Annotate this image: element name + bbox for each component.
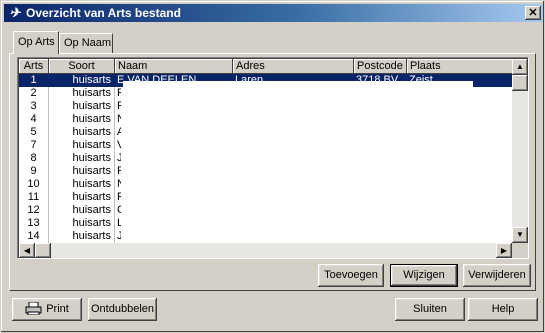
horizontal-scrollbar[interactable]: ◀ ▶ bbox=[19, 243, 512, 258]
arrow-up-icon: ▲ bbox=[516, 62, 524, 71]
sluiten-button[interactable]: Sluiten bbox=[395, 298, 465, 321]
cell-naam: N bbox=[115, 113, 121, 126]
column-header-adres[interactable]: Adres bbox=[233, 59, 354, 74]
wijzigen-button[interactable]: Wijzigen bbox=[390, 264, 458, 287]
vertical-scrollbar[interactable]: ▲ ▼ bbox=[512, 59, 528, 243]
column-header-naam[interactable]: Naam bbox=[115, 59, 233, 74]
print-label: Print bbox=[46, 303, 69, 315]
column-header-postcode[interactable]: Postcode bbox=[354, 59, 407, 74]
cell-naam: F bbox=[115, 100, 121, 113]
printer-icon bbox=[25, 301, 42, 315]
column-header-soort[interactable]: Soort bbox=[49, 59, 115, 74]
title-bar[interactable]: ✈ Overzicht van Arts bestand ✕ bbox=[4, 4, 543, 22]
cell-soort: huisarts bbox=[49, 74, 115, 87]
cell-naam: A bbox=[115, 126, 121, 139]
cell-soort: huisarts bbox=[49, 230, 115, 243]
cell-soort: huisarts bbox=[49, 191, 115, 204]
main-window: ✈ Overzicht van Arts bestand ✕ Op Arts O… bbox=[0, 0, 545, 333]
scrollbar-corner bbox=[512, 243, 528, 258]
tab-op-naam[interactable]: Op Naam bbox=[59, 33, 113, 53]
cell-arts: 9 bbox=[19, 165, 49, 178]
cell-arts: 12 bbox=[19, 204, 49, 217]
cell-soort: huisarts bbox=[49, 217, 115, 230]
cell-soort: huisarts bbox=[49, 178, 115, 191]
window-title: Overzicht van Arts bestand bbox=[26, 6, 181, 20]
verwijderen-button[interactable]: Verwijderen bbox=[463, 264, 531, 287]
cell-naam: J bbox=[115, 230, 121, 243]
column-header-arts[interactable]: Arts bbox=[19, 59, 49, 74]
close-icon: ✕ bbox=[528, 7, 538, 19]
cell-naam: F bbox=[115, 87, 121, 100]
cell-soort: huisarts bbox=[49, 204, 115, 217]
cell-soort: huisarts bbox=[49, 152, 115, 165]
cell-soort: huisarts bbox=[49, 87, 115, 100]
cell-arts: 8 bbox=[19, 152, 49, 165]
scroll-up-button[interactable]: ▲ bbox=[512, 59, 528, 75]
cell-soort: huisarts bbox=[49, 126, 115, 139]
cell-arts: 11 bbox=[19, 191, 49, 204]
arrow-right-icon: ▶ bbox=[500, 246, 508, 255]
toevoegen-button[interactable]: Toevoegen bbox=[318, 264, 384, 287]
cell-arts: 4 bbox=[19, 113, 49, 126]
arrow-down-icon: ▼ bbox=[516, 230, 524, 239]
cell-arts: 14 bbox=[19, 230, 49, 243]
cell-soort: huisarts bbox=[49, 165, 115, 178]
cell-arts: 13 bbox=[19, 217, 49, 230]
close-button[interactable]: ✕ bbox=[525, 6, 541, 20]
app-icon: ✈ bbox=[9, 5, 21, 20]
cell-soort: huisarts bbox=[49, 100, 115, 113]
scroll-left-button[interactable]: ◀ bbox=[19, 243, 35, 258]
cell-naam: V bbox=[115, 139, 121, 152]
ontdubbelen-button[interactable]: Ontdubbelen bbox=[88, 298, 157, 321]
tab-op-arts-label: Op Arts bbox=[18, 36, 55, 48]
tab-op-naam-label: Op Naam bbox=[64, 37, 112, 49]
tab-panel: Arts Soort Naam Adres Postcode Plaats 1 … bbox=[9, 53, 536, 291]
column-header-plaats[interactable]: Plaats bbox=[407, 59, 513, 74]
cell-naam: C bbox=[115, 204, 121, 217]
redacted-area bbox=[123, 81, 473, 245]
cell-arts: 10 bbox=[19, 178, 49, 191]
cell-naam: F bbox=[115, 191, 121, 204]
vertical-scroll-thumb[interactable] bbox=[512, 75, 528, 91]
cell-naam: J bbox=[115, 152, 121, 165]
scroll-down-button[interactable]: ▼ bbox=[512, 227, 528, 243]
scroll-right-button[interactable]: ▶ bbox=[496, 243, 512, 258]
cell-soort: huisarts bbox=[49, 139, 115, 152]
arrow-left-icon: ◀ bbox=[23, 246, 31, 255]
print-button[interactable]: Print bbox=[12, 298, 82, 321]
tab-op-arts[interactable]: Op Arts bbox=[13, 31, 59, 54]
cell-arts: 2 bbox=[19, 87, 49, 100]
cell-soort: huisarts bbox=[49, 113, 115, 126]
cell-arts: 5 bbox=[19, 126, 49, 139]
cell-arts: 7 bbox=[19, 139, 49, 152]
cell-naam: N bbox=[115, 178, 121, 191]
arts-grid[interactable]: Arts Soort Naam Adres Postcode Plaats 1 … bbox=[17, 57, 529, 259]
horizontal-scroll-thumb[interactable] bbox=[35, 243, 51, 258]
cell-naam: F bbox=[115, 165, 121, 178]
cell-arts: 1 bbox=[19, 74, 49, 87]
cell-naam: L bbox=[115, 217, 121, 230]
help-button[interactable]: Help bbox=[468, 298, 538, 321]
cell-arts: 3 bbox=[19, 100, 49, 113]
grid-header: Arts Soort Naam Adres Postcode Plaats bbox=[19, 59, 528, 74]
